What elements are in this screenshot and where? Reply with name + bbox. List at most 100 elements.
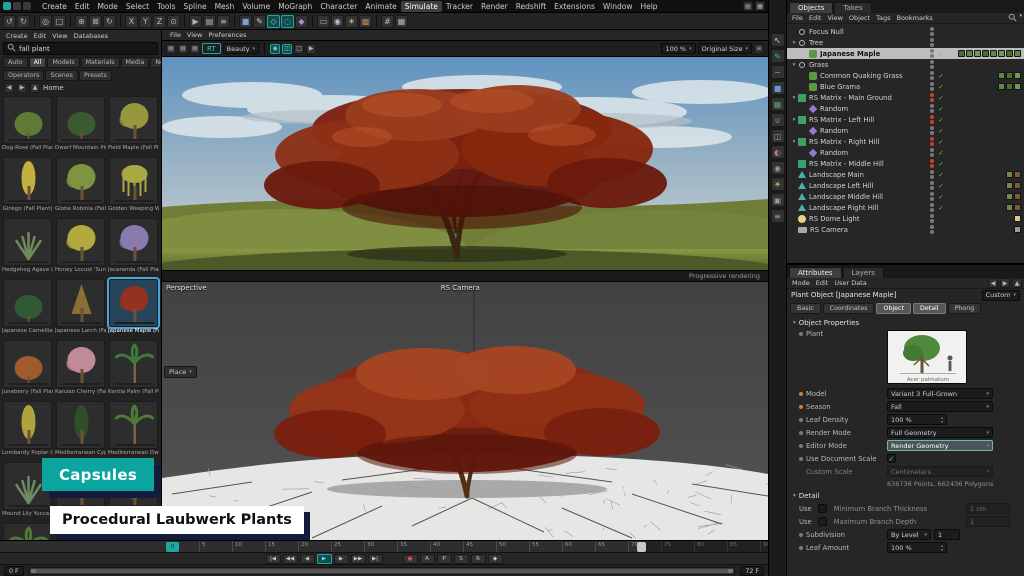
anim-dot[interactable] xyxy=(799,418,803,422)
ab-menu-edit[interactable]: Edit xyxy=(31,32,50,40)
asset-plant-jacaranda-fall-plant[interactable]: Jacaranda (Fall Plant) xyxy=(107,217,160,278)
menu-spline[interactable]: Spline xyxy=(180,1,211,12)
visibility-dots[interactable] xyxy=(930,60,935,69)
mograph-icon[interactable]: ◇ xyxy=(267,15,280,28)
next-frame-button[interactable]: ▶ xyxy=(334,554,349,564)
menu-simulate[interactable]: Simulate xyxy=(401,1,442,12)
visibility-dots[interactable] xyxy=(930,27,935,36)
material-tag[interactable] xyxy=(1006,83,1013,90)
live-selection-icon[interactable]: ◎ xyxy=(39,15,52,28)
preset-dropdown[interactable]: Custom ▾ xyxy=(982,290,1020,301)
dropdown-subdivision[interactable]: By Level▾ xyxy=(887,529,931,540)
asset-plant-mediterranean-cypres[interactable]: Mediterranean Cypres… xyxy=(54,400,107,461)
breadcrumb-label[interactable]: Home xyxy=(43,84,64,92)
panel-tab-objects[interactable]: Objects xyxy=(789,2,833,13)
menu-help[interactable]: Help xyxy=(636,1,661,12)
forward-icon[interactable]: ▶ xyxy=(1000,278,1010,288)
enable-check[interactable]: ✓ xyxy=(937,138,945,146)
material-tag[interactable] xyxy=(974,50,981,57)
asset-plant-globe-robinia-fall-pl[interactable]: Globe Robinia (Fall Pl… xyxy=(54,156,107,217)
mirror-tool[interactable]: ◫ xyxy=(771,129,785,143)
ab-menu-view[interactable]: View xyxy=(49,32,70,40)
rt-toggle[interactable]: RT xyxy=(202,43,221,54)
snap-icon[interactable]: # xyxy=(381,15,394,28)
up-icon[interactable]: ▲ xyxy=(1012,278,1022,288)
render-settings-icon[interactable]: ▤ xyxy=(203,15,216,28)
visibility-dots[interactable] xyxy=(930,203,935,212)
render-queue-icon[interactable]: ≡ xyxy=(217,15,230,28)
cube-tool[interactable]: ■ xyxy=(771,81,785,95)
visibility-dots[interactable] xyxy=(930,159,935,168)
material-tag[interactable] xyxy=(958,50,965,57)
fields-icon[interactable]: ◌ xyxy=(281,15,294,28)
expand-arrow-icon[interactable]: ▾ xyxy=(790,139,798,145)
enable-check[interactable]: ✓ xyxy=(937,83,945,91)
asset-plant-item[interactable] xyxy=(1,522,54,540)
anim-dot[interactable] xyxy=(799,546,803,550)
category-tab-presets[interactable]: Presets xyxy=(79,70,112,81)
menu-tracker[interactable]: Tracker xyxy=(442,1,477,12)
material-tag[interactable] xyxy=(1014,193,1021,200)
object-row-grass[interactable]: ▾Grass xyxy=(787,59,1024,70)
enable-check[interactable]: ✓ xyxy=(937,171,945,179)
ipr-icon[interactable]: ▶ xyxy=(306,44,316,54)
dropdown-editor-mode[interactable]: Render Geometry▾ xyxy=(887,440,993,451)
region-icon[interactable]: □ xyxy=(294,44,304,54)
filter-tab-materials[interactable]: Materials xyxy=(81,57,120,68)
axis-y-icon[interactable]: Y xyxy=(139,15,152,28)
om-menu-file[interactable]: File xyxy=(789,14,806,22)
visibility-dots[interactable] xyxy=(930,115,935,124)
asset-plant-japanese-larch-fall-p[interactable]: Japanese Larch (Fall P… xyxy=(54,278,107,339)
om-menu-view[interactable]: View xyxy=(824,14,845,22)
menu-redshift[interactable]: Redshift xyxy=(512,1,550,12)
filter-tab-nodes[interactable]: Nodes xyxy=(150,57,162,68)
visibility-dots[interactable] xyxy=(930,104,935,113)
menu-volume[interactable]: Volume xyxy=(238,1,274,12)
menu-extensions[interactable]: Extensions xyxy=(550,1,599,12)
filter-tab-all[interactable]: All xyxy=(29,57,47,68)
expand-arrow-icon[interactable]: ▾ xyxy=(790,62,798,68)
subdivision-level-field[interactable]: 1 xyxy=(934,529,960,540)
section-detail[interactable]: ▾Detail xyxy=(787,489,1024,502)
checkbox-maximum-branch-depth[interactable] xyxy=(818,517,827,526)
expand-arrow-icon[interactable]: ▾ xyxy=(790,40,798,46)
viewport-menu-perspective[interactable]: Perspective xyxy=(166,284,207,292)
section-tab-coordinates[interactable]: Coordinates xyxy=(823,303,875,314)
size-dropdown[interactable]: Original Size▾ xyxy=(698,43,752,54)
menu-mesh[interactable]: Mesh xyxy=(211,1,239,12)
filter-tab-media[interactable]: Media xyxy=(121,57,150,68)
display-icon[interactable]: ▣ xyxy=(771,193,785,207)
anim-dot[interactable] xyxy=(799,533,803,537)
visibility-dots[interactable] xyxy=(930,71,935,80)
pen-tool[interactable]: ✎ xyxy=(771,49,785,63)
layout-icon[interactable]: ▤ xyxy=(743,1,753,11)
object-row-blue-grama[interactable]: Blue Grama✓ xyxy=(787,81,1024,92)
deformer-icon[interactable]: ◆ xyxy=(295,15,308,28)
asset-plant-field-maple-fall-plant[interactable]: Field Maple (Fall Plant) xyxy=(107,95,160,156)
light-icon[interactable]: ☀ xyxy=(771,177,785,191)
material-tag[interactable] xyxy=(1014,226,1021,233)
material-tag[interactable] xyxy=(998,83,1005,90)
object-row-landscape-main[interactable]: Landscape Main✓ xyxy=(787,169,1024,180)
object-row-rs-dome-light[interactable]: RS Dome Light xyxy=(787,213,1024,224)
om-menu-edit[interactable]: Edit xyxy=(806,14,825,22)
play-button[interactable]: ▶ xyxy=(317,554,332,564)
panel-tab-takes[interactable]: Takes xyxy=(834,2,871,13)
object-row-common-quaking-grass[interactable]: Common Quaking Grass✓ xyxy=(787,70,1024,81)
plant-preview[interactable]: Acer palmatum xyxy=(887,330,967,384)
magnet-tool[interactable]: ∪ xyxy=(771,113,785,127)
value-field-maximum-branch-depth[interactable]: 1 xyxy=(966,516,1010,527)
object-row-rs-matrix-middle-hill[interactable]: RS Matrix - Middle Hill✓ xyxy=(787,158,1024,169)
primitive-cube-icon[interactable]: ■ xyxy=(239,15,252,28)
rotate-tool-icon[interactable]: ↻ xyxy=(103,15,116,28)
material-tag[interactable] xyxy=(1006,193,1013,200)
material-tag[interactable] xyxy=(1014,72,1021,79)
asset-plant-dwarf-mountain-pine[interactable]: Dwarf Mountain Pine (… xyxy=(54,95,107,156)
chevron-down-icon[interactable]: ▾ xyxy=(1019,13,1022,24)
asset-plant-ginkgo-fall-plant[interactable]: Ginkgo (Fall Plant) xyxy=(1,156,54,217)
up-icon[interactable]: ▲ xyxy=(30,83,40,93)
object-row-landscape-middle-hill[interactable]: Landscape Middle Hill✓ xyxy=(787,191,1024,202)
search-input[interactable]: fall plant xyxy=(3,42,158,55)
enable-check[interactable]: ✓ xyxy=(937,149,945,157)
floor-icon[interactable]: ▭ xyxy=(317,15,330,28)
